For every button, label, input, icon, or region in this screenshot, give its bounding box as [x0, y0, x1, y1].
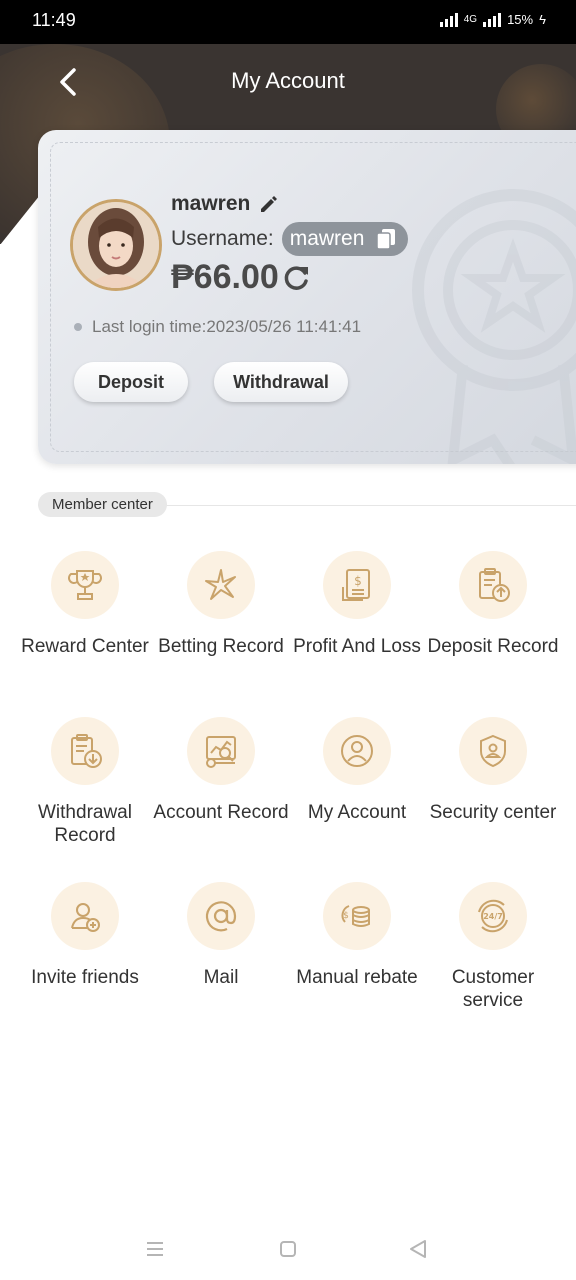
analytics-screen-icon: [206, 736, 236, 768]
clipboard-download-icon: [71, 734, 102, 768]
back-nav-icon[interactable]: [407, 1238, 429, 1260]
mail-icon-circle: [187, 882, 255, 950]
withdrawal-record-icon-circle: [51, 717, 119, 785]
my-account-label: My Account: [307, 802, 407, 823]
avatar[interactable]: [70, 199, 162, 291]
nickname-row: mawren: [171, 192, 278, 216]
copy-icon[interactable]: [376, 228, 396, 250]
username-row: Username: mawren: [171, 222, 409, 256]
deposit-button[interactable]: Deposit: [74, 362, 188, 402]
add-user-icon: [71, 903, 100, 932]
customer-service-label: Customer service: [451, 967, 535, 1011]
manual-rebate-item[interactable]: $ Manual rebate: [287, 882, 427, 989]
pencil-icon[interactable]: [258, 194, 278, 214]
profit-and-loss-label: Profit And Loss: [293, 636, 421, 657]
coins-rebate-icon: $: [341, 905, 370, 927]
dollar-document-icon: $: [342, 569, 370, 601]
24-7-service-icon: 24/7: [478, 899, 508, 933]
avatar-image: [73, 202, 159, 288]
svg-text:24/7: 24/7: [483, 912, 503, 921]
refresh-icon[interactable]: [281, 263, 311, 293]
system-nav-bar: [0, 1230, 576, 1270]
clipboard-upload-icon: [479, 568, 510, 602]
last-login-text: Last login time:2023/05/26 11:41:41: [92, 317, 362, 336]
network-type: 4G: [463, 14, 478, 25]
balance-amount: ₱66.00: [171, 258, 279, 296]
withdrawal-button[interactable]: Withdrawal: [214, 362, 348, 402]
signal-icon: [439, 12, 458, 27]
my-account-icon-circle: [323, 717, 391, 785]
manual-rebate-label: Manual rebate: [296, 967, 418, 988]
reward-center-icon-circle: [51, 551, 119, 619]
security-center-icon-circle: [459, 717, 527, 785]
account-record-item[interactable]: Account Record: [151, 717, 291, 824]
withdrawal-record-item[interactable]: Withdrawal Record: [15, 717, 155, 847]
reward-center-label: Reward Center: [21, 636, 149, 657]
status-time: 11:49: [32, 10, 76, 30]
betting-record-icon-circle: [187, 551, 255, 619]
security-center-item[interactable]: Security center: [423, 717, 563, 824]
user-circle-icon: [341, 735, 373, 767]
betting-record-item[interactable]: Betting Record: [151, 551, 291, 658]
medal-watermark-icon: [412, 189, 576, 464]
invite-friends-item[interactable]: Invite friends: [15, 882, 155, 989]
deposit-record-label: Deposit Record: [427, 636, 559, 657]
star-sparkle-icon: [205, 569, 236, 600]
username-pill[interactable]: mawren: [281, 222, 409, 256]
reward-center-item[interactable]: Reward Center: [15, 551, 155, 658]
at-sign-icon: [205, 901, 237, 932]
customer-service-item[interactable]: 24/7 Customer service: [423, 882, 563, 1012]
balance-row: ₱66.00: [171, 258, 311, 297]
security-center-label: Security center: [429, 802, 557, 823]
status-indicators: 4G 15% ϟ: [439, 12, 546, 27]
recent-apps-icon[interactable]: [144, 1238, 166, 1260]
svg-text:$: $: [354, 574, 362, 588]
invite-friends-icon-circle: [51, 882, 119, 950]
profit-and-loss-icon-circle: $: [323, 551, 391, 619]
member-center-tag: Member center: [38, 492, 167, 517]
deposit-record-icon-circle: [459, 551, 527, 619]
shield-user-icon: [480, 734, 506, 768]
last-login: Last login time:2023/05/26 11:41:41: [74, 317, 361, 337]
header-wedge: [0, 195, 40, 245]
withdrawal-record-label: Withdrawal Record: [38, 802, 132, 846]
mail-item[interactable]: Mail: [151, 882, 291, 989]
profile-card: mawren Username: mawren ₱66.00 Last logi…: [38, 130, 576, 464]
status-bar: 11:49 4G 15% ϟ: [0, 0, 576, 44]
customer-service-icon-circle: 24/7: [459, 882, 527, 950]
manual-rebate-icon-circle: $: [323, 882, 391, 950]
page-title: My Account: [231, 68, 345, 93]
battery-charging-icon: ϟ: [539, 12, 546, 27]
home-icon[interactable]: [277, 1238, 299, 1260]
svg-text:$: $: [343, 911, 349, 921]
username-label: Username:: [171, 227, 274, 250]
my-account-item[interactable]: My Account: [287, 717, 427, 824]
trophy-icon: [68, 570, 102, 600]
profit-and-loss-item[interactable]: $ Profit And Loss: [287, 551, 427, 658]
account-record-icon-circle: [187, 717, 255, 785]
account-record-label: Account Record: [153, 802, 289, 823]
nickname: mawren: [171, 192, 251, 215]
login-dot-icon: [74, 323, 82, 331]
battery-level: 15%: [507, 12, 534, 27]
invite-friends-label: Invite friends: [31, 967, 139, 988]
deposit-record-item[interactable]: Deposit Record: [423, 551, 563, 658]
betting-record-label: Betting Record: [158, 636, 284, 657]
username-value: mawren: [289, 227, 365, 250]
signal-icon-2: [483, 12, 502, 27]
mail-label: Mail: [203, 967, 239, 988]
